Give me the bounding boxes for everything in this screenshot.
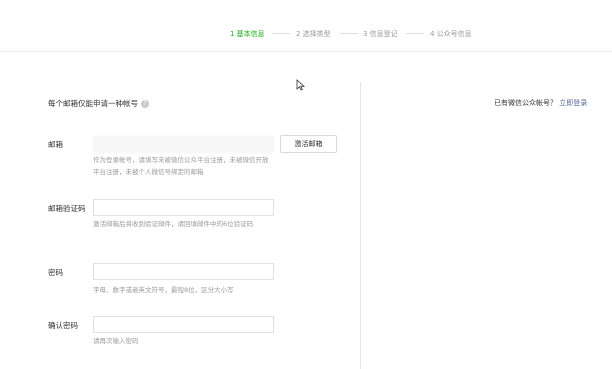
column-divider bbox=[360, 82, 361, 369]
password-hint: 字母、数字或者英文符号，最短8位，区分大小写 bbox=[93, 286, 234, 294]
step-account-info: 4 公众号信息 bbox=[430, 30, 472, 38]
help-icon[interactable]: ? bbox=[141, 100, 149, 108]
form-heading-text: 每个邮箱仅能申请一种帐号 bbox=[48, 99, 138, 108]
activate-email-button[interactable]: 激活邮箱 bbox=[280, 135, 337, 153]
confirm-password-label: 确认密码 bbox=[48, 321, 78, 330]
email-label: 邮箱 bbox=[48, 140, 63, 149]
confirm-password-hint: 请再次输入密码 bbox=[93, 337, 139, 345]
email-hint: 作为登录帐号，请填写未被微信公众平台注册，未被微信开放平台注册，未被个人微信号绑… bbox=[93, 156, 269, 176]
password-field[interactable] bbox=[93, 263, 274, 280]
login-now-link[interactable]: 立即登录 bbox=[559, 99, 587, 107]
step-info-register: 3 信息登记 bbox=[363, 30, 398, 38]
confirm-password-field[interactable] bbox=[93, 316, 274, 333]
existing-account-question: 已有微信公众帐号？ bbox=[494, 99, 557, 107]
step-basic-info: 1 基本信息 bbox=[230, 30, 265, 38]
form-heading: 每个邮箱仅能申请一种帐号? bbox=[48, 98, 149, 109]
verification-code-hint: 激活邮箱后将收到验证邮件，请回填邮件中的6位验证码 bbox=[93, 220, 254, 228]
verification-code-label: 邮箱验证码 bbox=[48, 204, 86, 213]
password-label: 密码 bbox=[48, 268, 63, 277]
step-separator bbox=[406, 33, 424, 34]
verification-code-field[interactable] bbox=[93, 199, 274, 216]
email-field[interactable] bbox=[93, 136, 274, 153]
step-select-type: 2 选择类型 bbox=[296, 30, 331, 38]
existing-account-note: 已有微信公众帐号？ 立即登录 bbox=[494, 98, 587, 108]
step-separator bbox=[272, 33, 290, 34]
mouse-pointer-icon bbox=[296, 79, 306, 91]
step-separator bbox=[340, 33, 358, 34]
steps-progress-bar: 1 基本信息 2 选择类型 3 信息登记 4 公众号信息 bbox=[0, 0, 612, 52]
